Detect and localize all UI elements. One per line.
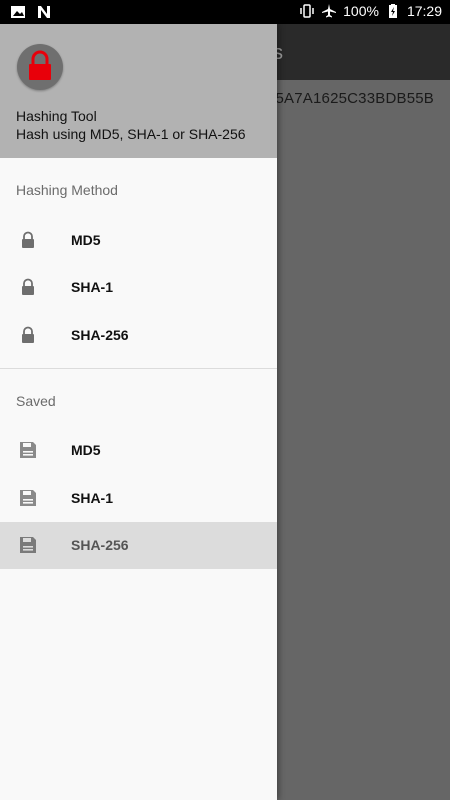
- save-icon: [20, 442, 36, 459]
- save-icon: [20, 489, 36, 506]
- n-icon: [38, 6, 50, 18]
- status-bar: 100% 17:29: [0, 0, 450, 24]
- avatar: [17, 44, 63, 90]
- clock: 17:29: [406, 3, 442, 19]
- saved-item-md5[interactable]: MD5: [0, 427, 277, 475]
- airplane-icon: [322, 4, 337, 18]
- saved-item-sha256[interactable]: SHA-256: [0, 521, 277, 569]
- image-icon: [11, 6, 25, 18]
- hash-output: 5A7A1625C33BDB55B: [275, 90, 434, 107]
- lock-icon: [29, 50, 51, 80]
- menu-item-label: SHA-256: [71, 326, 129, 343]
- drawer-subtitle: Hash using MD5, SHA-1 or SHA-256: [16, 126, 246, 142]
- vibrate-icon: [300, 4, 314, 18]
- saved-group: Saved MD5 SHA-1 SHA-256: [0, 369, 277, 569]
- menu-item-sha256[interactable]: SHA-256: [0, 311, 277, 359]
- battery-percent: 100%: [343, 3, 379, 19]
- lock-icon: [22, 278, 34, 296]
- saved-item-label: SHA-256: [71, 537, 129, 554]
- lock-icon: [22, 326, 34, 343]
- saved-item-label: MD5: [71, 442, 101, 459]
- section-label-hashing-method: Hashing Method: [16, 182, 118, 198]
- saved-item-label: SHA-1: [71, 489, 114, 506]
- menu-item-label: MD5: [71, 231, 101, 248]
- menu-item-sha1[interactable]: SHA-1: [0, 264, 277, 312]
- saved-item-sha1[interactable]: SHA-1: [0, 474, 277, 522]
- drawer-header: Hashing Tool Hash using MD5, SHA-1 or SH…: [0, 24, 277, 158]
- drawer-title: Hashing Tool: [16, 108, 97, 124]
- hashing-method-group: Hashing Method MD5 SHA-1 SHA-256: [0, 158, 277, 369]
- menu-item-label: SHA-1: [71, 279, 114, 296]
- lock-icon: [22, 231, 34, 248]
- battery-charging-icon: [388, 4, 397, 18]
- navigation-drawer: Hashing Tool Hash using MD5, SHA-1 or SH…: [0, 24, 277, 800]
- menu-item-md5[interactable]: MD5: [0, 216, 277, 264]
- section-label-saved: Saved: [16, 392, 56, 409]
- save-icon: [20, 537, 36, 554]
